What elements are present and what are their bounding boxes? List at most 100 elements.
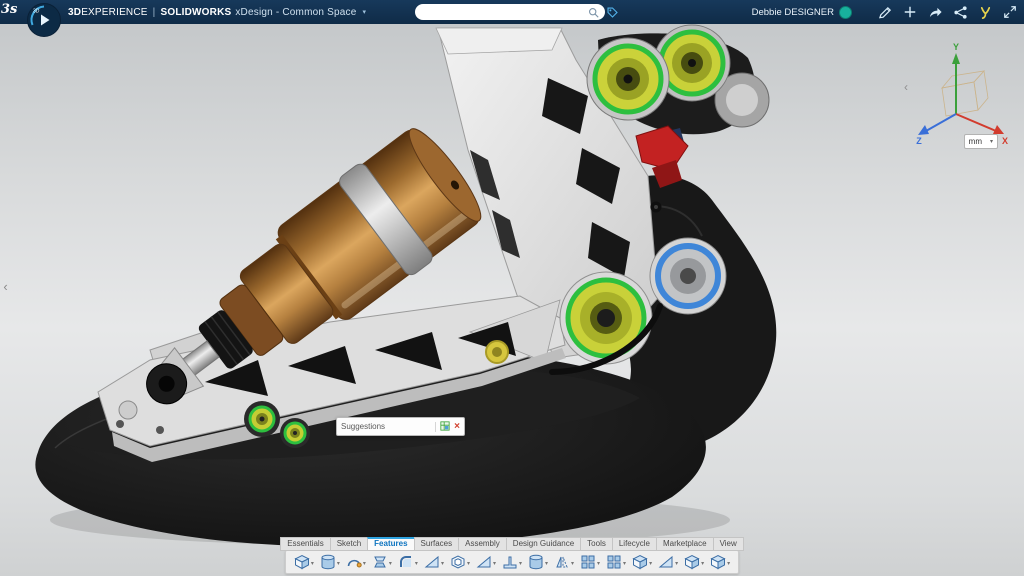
chevron-down-icon[interactable]: ▾ (649, 560, 652, 570)
tool-revolve[interactable]: ▾ (318, 553, 342, 571)
chevron-down-icon: ▾ (989, 139, 993, 145)
suggestions-icon[interactable] (440, 420, 450, 433)
tool-combine[interactable]: ▾ (630, 553, 654, 571)
chevron-down-icon[interactable]: ▾ (727, 560, 730, 570)
brand-bold: 3D (68, 6, 82, 18)
chevron-down-icon[interactable]: ▾ (363, 560, 366, 570)
rib-icon (502, 554, 518, 570)
fullscreen-icon[interactable] (1002, 4, 1018, 20)
suggestions-close-button[interactable]: × (454, 421, 460, 432)
units-dropdown[interactable]: mm ▾ (963, 134, 998, 149)
chevron-down-icon[interactable]: ▾ (623, 560, 626, 570)
pulley-top-left[interactable] (586, 37, 670, 121)
sweep-icon (346, 554, 362, 570)
compass-logo[interactable]: 3D (26, 2, 62, 38)
ribbon-toolbar: ▾ ▾ ▾ ▾ ▾ ▾ ▾ ▾ ▾ ▾ ▾ ▾ ▾ ▾ ▾ ▾ ▾ (284, 550, 740, 574)
tab-lifecycle[interactable]: Lifecycle (611, 537, 656, 551)
bolt-green-1[interactable] (244, 401, 280, 437)
fillet-icon (398, 554, 414, 570)
chevron-down-icon[interactable]: ▾ (467, 560, 470, 570)
chevron-down-icon[interactable]: ▾ (337, 560, 340, 570)
suggestions-label: Suggestions (341, 422, 386, 431)
chevron-down-icon[interactable]: ▾ (493, 560, 496, 570)
tab-essentials[interactable]: Essentials (280, 537, 330, 551)
title-separator: | (152, 6, 156, 18)
tab-features[interactable]: Features (367, 537, 414, 551)
chevron-down-icon[interactable]: ▾ (415, 560, 418, 570)
rotate-view-left-chevron[interactable]: ‹ (904, 80, 908, 94)
search-icon[interactable] (588, 7, 599, 18)
chevron-down-icon[interactable]: ▾ (571, 560, 574, 570)
tool-chamfer[interactable]: ▾ (422, 553, 446, 571)
search-bar[interactable] (415, 4, 605, 20)
add-icon[interactable] (902, 4, 918, 20)
tool-circular-pattern[interactable]: ▾ (604, 553, 628, 571)
chevron-down-icon[interactable]: ▾ (519, 560, 522, 570)
delete-face-icon (710, 554, 726, 570)
axis-x-label: X (1002, 136, 1008, 146)
tool-rib[interactable]: ▾ (500, 553, 524, 571)
tool-extrude[interactable]: ▾ (292, 553, 316, 571)
hole-icon (528, 554, 544, 570)
tab-marketplace[interactable]: Marketplace (655, 537, 713, 551)
share-network-icon[interactable] (952, 4, 968, 20)
ghost-box (940, 70, 989, 117)
app-title: 3DEXPERIENCE | SOLIDWORKS xDesign - Comm… (68, 0, 366, 24)
dassault-3ds-logo: 3s (1, 2, 18, 17)
chevron-down-icon[interactable]: ▾ (701, 560, 704, 570)
swym-community-icon[interactable] (977, 4, 993, 20)
chevron-down-icon[interactable]: ▾ (675, 560, 678, 570)
tab-surfaces[interactable]: Surfaces (413, 537, 459, 551)
chevron-down-icon[interactable]: ▾ (311, 560, 314, 570)
chevron-down-icon[interactable]: ▾ (441, 560, 444, 570)
extrude-icon (294, 554, 310, 570)
top-bar: 3s 3D 3DEXPERIENCE | SOLIDWORKS xDesign … (0, 0, 1024, 37)
tool-split[interactable]: ▾ (656, 553, 680, 571)
chevron-down-icon[interactable]: ▾ (597, 560, 600, 570)
combine-icon (632, 554, 648, 570)
mirror-icon (554, 554, 570, 570)
tool-loft[interactable]: ▾ (370, 553, 394, 571)
user-name[interactable]: Debbie DESIGNER (752, 7, 834, 18)
search-input[interactable] (421, 6, 584, 18)
user-status-badge (839, 5, 852, 19)
tool-move-face[interactable]: ▾ (682, 553, 706, 571)
revolve-icon (320, 554, 336, 570)
tab-tools[interactable]: Tools (580, 537, 612, 551)
tool-shell[interactable]: ▾ (448, 553, 472, 571)
fastener-highlight-yellow[interactable] (485, 340, 509, 364)
viewport-3d[interactable]: ‹ Y X Z ‹ mm ▾ Suggestions × (0, 24, 1024, 576)
pen-message-icon[interactable] (877, 4, 893, 20)
move-face-icon (684, 554, 700, 570)
tab-view[interactable]: View (712, 537, 744, 551)
chevron-down-icon[interactable]: ▾ (389, 560, 392, 570)
tool-delete-face[interactable]: ▾ (708, 553, 732, 571)
tab-sketch[interactable]: Sketch (329, 537, 368, 551)
suggestions-popup[interactable]: Suggestions × (336, 417, 465, 436)
tab-design-guidance[interactable]: Design Guidance (505, 537, 581, 551)
tool-hole[interactable]: ▾ (526, 553, 550, 571)
product-name: SOLIDWORKS (160, 6, 232, 18)
linear-pattern-icon (580, 554, 596, 570)
bearing-green[interactable] (559, 271, 653, 365)
tool-draft[interactable]: ▾ (474, 553, 498, 571)
workspace-name[interactable]: xDesign - Common Space (235, 7, 356, 18)
prosthetic-foot-model[interactable] (0, 24, 1024, 576)
tool-linear-pattern[interactable]: ▾ (578, 553, 602, 571)
tag-icon[interactable] (604, 4, 620, 20)
axis-z-label: Z (916, 136, 922, 146)
user-area[interactable]: Debbie DESIGNER (752, 0, 852, 24)
share-arrow-icon[interactable] (927, 4, 943, 20)
workspace-chevron-icon[interactable]: ▾ (362, 8, 366, 16)
panel-collapse-chevron[interactable]: ‹ (0, 276, 11, 296)
tool-sweep[interactable]: ▾ (344, 553, 368, 571)
tab-assembly[interactable]: Assembly (458, 537, 506, 551)
topbar-icons (877, 0, 1018, 24)
chevron-down-icon[interactable]: ▾ (545, 560, 548, 570)
tool-mirror[interactable]: ▾ (552, 553, 576, 571)
tool-fillet[interactable]: ▾ (396, 553, 420, 571)
bearing-blue[interactable] (649, 237, 727, 315)
bolt-green-2[interactable] (280, 418, 310, 448)
svg-text:3D: 3D (33, 9, 40, 15)
loft-icon (372, 554, 388, 570)
